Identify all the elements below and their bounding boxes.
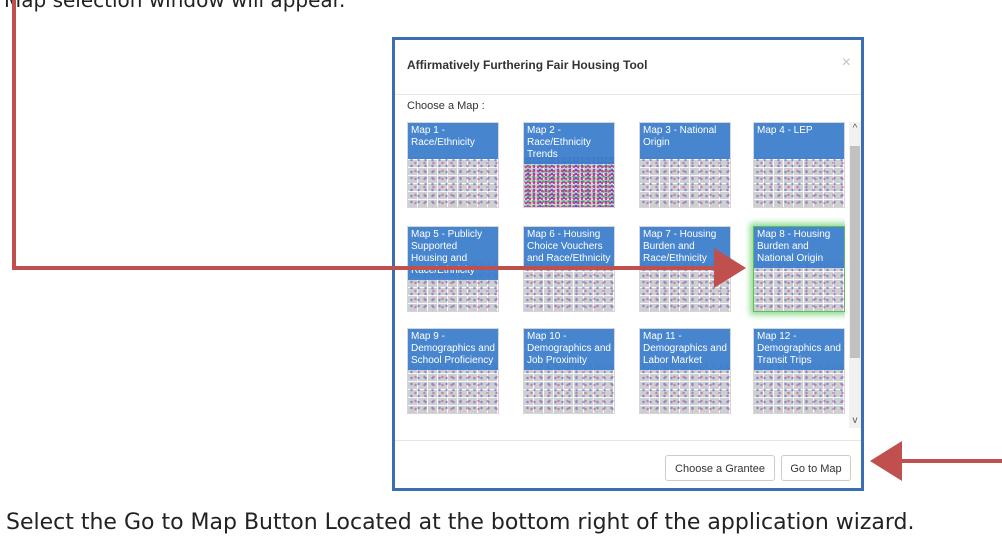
bottom-caption: Select the Go to Map Button Located at t… xyxy=(6,510,915,535)
arrow-to-map-8 xyxy=(12,0,746,288)
annotation-arrows xyxy=(12,0,1002,481)
